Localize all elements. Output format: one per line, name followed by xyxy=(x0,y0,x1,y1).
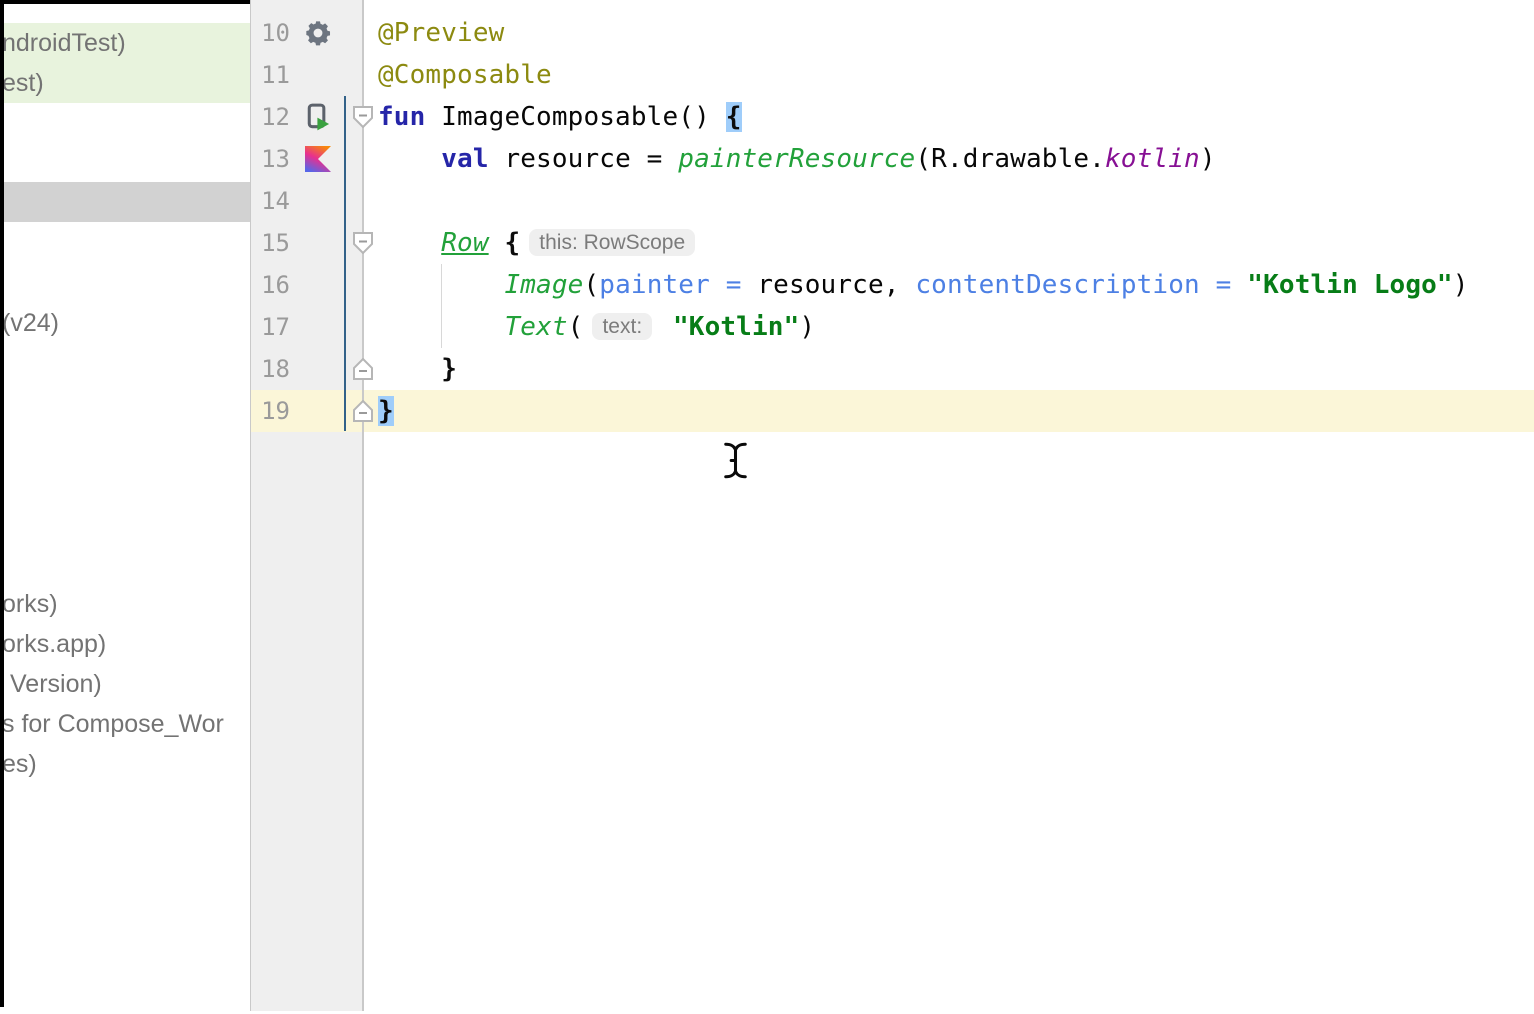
code-token: ( xyxy=(568,312,584,342)
code-token: Text xyxy=(504,312,567,342)
line-number[interactable]: 13 xyxy=(252,138,290,180)
code-token: = xyxy=(1216,270,1232,300)
code-line[interactable]: @Composable xyxy=(364,54,1534,96)
window-top-edge xyxy=(0,0,250,4)
code-token: ) xyxy=(799,312,815,342)
line-number[interactable]: 17 xyxy=(252,306,290,348)
line-number[interactable]: 10 xyxy=(252,12,290,54)
code-token: @Composable xyxy=(378,60,552,90)
fold-start-marker[interactable] xyxy=(353,106,373,128)
code-line[interactable]: @Preview xyxy=(364,12,1534,54)
code-token xyxy=(1231,270,1247,300)
fold-end-marker[interactable] xyxy=(353,358,373,380)
code-line[interactable] xyxy=(364,180,1534,222)
code-token: (R.drawable. xyxy=(915,144,1105,174)
scope-indicator-line xyxy=(344,96,346,431)
code-line[interactable]: val resource = painterResource(R.drawabl… xyxy=(364,138,1534,180)
code-token: } xyxy=(378,396,394,426)
line-number[interactable]: 11 xyxy=(252,54,290,96)
code-token: painter xyxy=(599,270,710,300)
tree-selected-row[interactable] xyxy=(3,182,250,222)
code-token: resource, xyxy=(742,270,916,300)
code-token: contentDescription xyxy=(915,270,1199,300)
inlay-hint-chip: text: xyxy=(592,313,652,340)
code-token: { xyxy=(504,228,520,258)
project-tree-panel: ndroidTest)est) (v24) orks)orks.app)Versio… xyxy=(0,0,250,1014)
code-token xyxy=(710,270,726,300)
code-token: @Preview xyxy=(378,18,504,48)
line-number[interactable]: 18 xyxy=(252,348,290,390)
code-token: { xyxy=(726,102,742,132)
gutter-left-border xyxy=(250,0,251,1011)
line-number[interactable]: 12 xyxy=(252,96,290,138)
tree-item[interactable]: es) xyxy=(0,744,250,784)
code-token: "Kotlin Logo" xyxy=(1247,270,1452,300)
code-token: fun xyxy=(378,102,425,132)
ide-window: ndroidTest)est) (v24) orks)orks.app)Versio… xyxy=(0,0,1534,1014)
code-token: "Kotlin" xyxy=(673,312,799,342)
tree-item[interactable]: ndroidTest) xyxy=(0,23,250,63)
code-line[interactable]: } xyxy=(364,348,1534,390)
code-token: ) xyxy=(1453,270,1469,300)
text-ibeam-cursor xyxy=(722,441,749,484)
window-left-edge xyxy=(0,0,4,1007)
inlay-hint-chip: this: RowScope xyxy=(529,229,695,256)
code-token: resource = xyxy=(489,144,679,174)
kotlin-icon[interactable] xyxy=(305,146,331,172)
tree-item[interactable]: (v24) xyxy=(0,303,250,343)
code-token: Image xyxy=(504,270,583,300)
code-token: Row xyxy=(441,228,488,258)
code-token: painterResource xyxy=(678,144,915,174)
code-token xyxy=(378,228,441,258)
code-token xyxy=(378,270,504,300)
code-line[interactable]: fun ImageComposable() { xyxy=(364,96,1534,138)
tree-item[interactable]: Version) xyxy=(0,664,250,704)
code-token xyxy=(378,312,504,342)
code-line[interactable]: Image(painter = resource, contentDescrip… xyxy=(364,264,1534,306)
fold-end-marker[interactable] xyxy=(353,400,373,422)
code-token xyxy=(378,144,441,174)
code-token: ) xyxy=(1200,144,1216,174)
run-device-icon[interactable] xyxy=(304,103,332,135)
tree-item[interactable]: orks) xyxy=(0,584,250,624)
line-number[interactable]: 16 xyxy=(252,264,290,306)
code-token: ( xyxy=(583,270,599,300)
line-number[interactable]: 15 xyxy=(252,222,290,264)
code-line[interactable]: Row { this: RowScope xyxy=(364,222,1534,264)
code-token xyxy=(1200,270,1216,300)
code-line[interactable]: Text( text: "Kotlin") xyxy=(364,306,1534,348)
code-token xyxy=(378,354,441,384)
gear-icon[interactable] xyxy=(304,19,332,51)
fold-strip-line xyxy=(362,0,364,1011)
code-token: kotlin xyxy=(1105,144,1200,174)
code-token: val xyxy=(441,144,488,174)
code-line[interactable]: } xyxy=(364,390,1534,432)
tree-item[interactable]: est) xyxy=(0,63,250,103)
tree-item[interactable]: orks.app) xyxy=(0,624,250,664)
tree-item[interactable]: s for Compose_Wor xyxy=(0,704,250,744)
line-number[interactable]: 19 xyxy=(252,390,290,432)
fold-start-marker[interactable] xyxy=(353,232,373,254)
code-token: } xyxy=(441,354,457,384)
code-token xyxy=(489,228,505,258)
code-token xyxy=(657,312,673,342)
code-token: ImageComposable() xyxy=(425,102,725,132)
line-number[interactable]: 14 xyxy=(252,180,290,222)
code-token: = xyxy=(726,270,742,300)
